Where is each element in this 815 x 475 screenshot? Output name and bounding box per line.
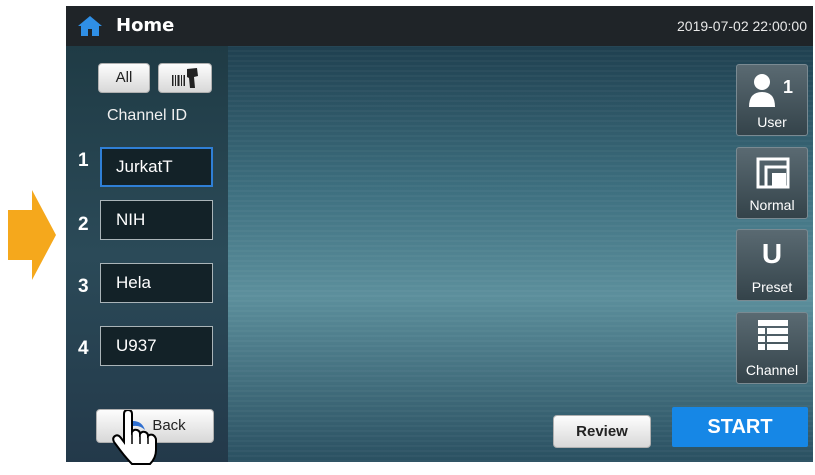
channel-input-4[interactable]: U937 — [100, 326, 213, 366]
start-button[interactable]: START — [672, 407, 808, 447]
barcode-scanner-icon — [172, 68, 198, 88]
window-icon — [756, 157, 790, 189]
main-area — [228, 46, 813, 462]
barcode-scan-button[interactable] — [158, 63, 212, 93]
home-icon[interactable] — [78, 16, 102, 36]
user-button[interactable]: 1 User — [736, 64, 808, 136]
channel-sidebar: All Channel ID 1 JurkatT 2 NIH 3 Hela 4 … — [66, 46, 228, 462]
user-label: User — [757, 114, 787, 130]
channel-input-1[interactable]: JurkatT — [100, 147, 213, 187]
channel-label: Channel — [745, 362, 799, 378]
hand-pointer-icon — [112, 410, 157, 465]
user-count: 1 — [783, 77, 794, 97]
channel-number-1: 1 — [78, 150, 89, 171]
channel-id-label: Channel ID — [106, 107, 188, 124]
normal-label: Normal — [749, 197, 795, 213]
preset-button[interactable]: U Preset — [736, 229, 808, 301]
channel-number-3: 3 — [78, 276, 89, 297]
all-button[interactable]: All — [98, 63, 150, 93]
preset-icon: U — [761, 238, 783, 269]
device-screen: Home 2019-07-02 22:00:00 All Channel ID … — [66, 6, 813, 462]
channel-number-2: 2 — [78, 214, 89, 235]
datetime-display: 2019-07-02 22:00:00 — [677, 18, 807, 34]
normal-button[interactable]: Normal — [736, 147, 808, 219]
channel-button[interactable]: Channel — [736, 312, 808, 384]
channel-input-3[interactable]: Hela — [100, 263, 213, 303]
title-bar: Home 2019-07-02 22:00:00 — [66, 6, 813, 46]
user-icon — [749, 74, 775, 107]
channel-number-4: 4 — [78, 338, 89, 359]
right-arrow-icon — [8, 190, 56, 280]
list-icon — [758, 320, 788, 350]
channel-input-2[interactable]: NIH — [100, 200, 213, 240]
preset-label: Preset — [751, 279, 793, 295]
review-button[interactable]: Review — [553, 415, 651, 448]
page-title: Home — [116, 15, 175, 36]
